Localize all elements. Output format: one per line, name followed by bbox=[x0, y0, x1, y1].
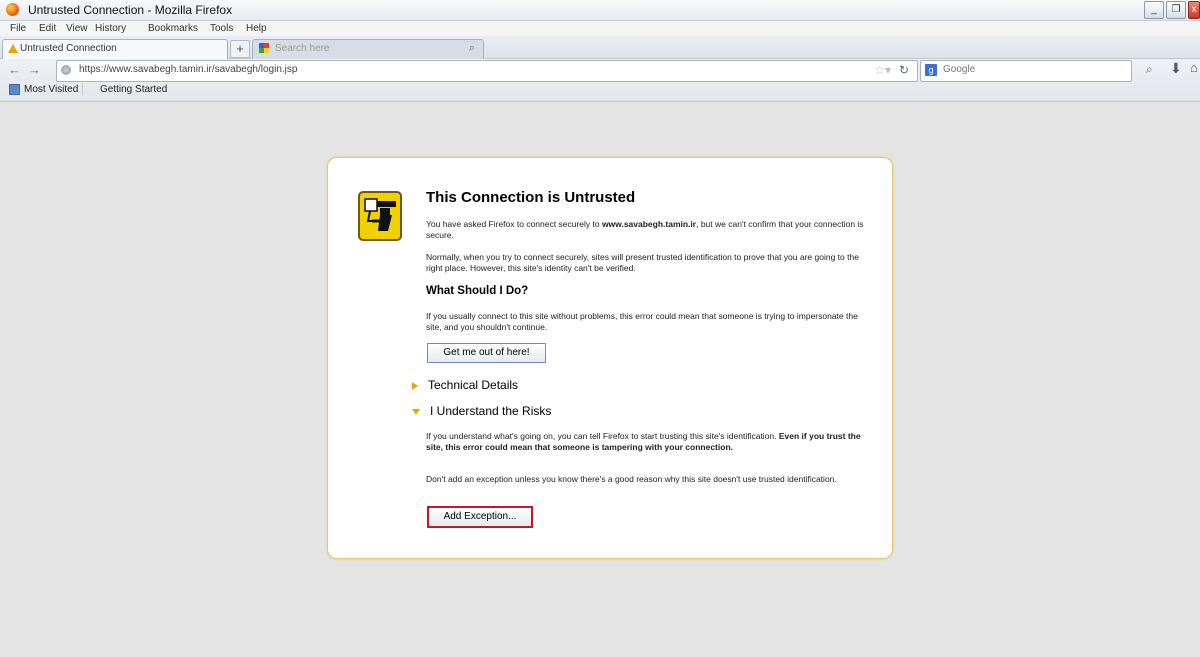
advice-paragraph: If you usually connect to this site with… bbox=[426, 311, 858, 332]
navigation-toolbar: ← → https://www.savabegh.tamin.ir/savabe… bbox=[0, 59, 1200, 102]
tab-search-label: Search here bbox=[275, 43, 330, 54]
menu-edit[interactable]: Edit bbox=[39, 23, 56, 34]
bookmark-separator bbox=[82, 83, 83, 95]
menu-file[interactable]: File bbox=[10, 23, 26, 34]
risks-paragraph: If you understand what's going on, you c… bbox=[426, 431, 866, 453]
exception-advice-paragraph: Don't add an exception unless you know t… bbox=[426, 474, 837, 484]
close-button[interactable]: x bbox=[1188, 1, 1200, 19]
search-icon[interactable]: ⌕ bbox=[469, 40, 475, 57]
expand-right-arrow-icon bbox=[412, 381, 418, 390]
window-titlebar: Untrusted Connection - Mozilla Firefox _… bbox=[0, 0, 1200, 21]
maximize-button[interactable]: ❐ bbox=[1166, 1, 1186, 19]
menu-help[interactable]: Help bbox=[246, 23, 267, 34]
host-name: www.savabegh.tamin.ir bbox=[601, 219, 697, 229]
expand-down-arrow-icon bbox=[412, 408, 420, 415]
forward-arrow-icon[interactable]: → bbox=[28, 62, 41, 77]
intro-paragraph: You have asked Firefox to connect secure… bbox=[426, 219, 866, 241]
google-logo-icon bbox=[259, 43, 269, 53]
search-magnifier-icon[interactable]: ⌕ bbox=[1146, 62, 1153, 77]
search-bar[interactable]: g Google bbox=[920, 60, 1132, 82]
url-bar[interactable]: https://www.savabegh.tamin.ir/savabegh/l… bbox=[56, 60, 918, 82]
add-exception-button[interactable]: Add Exception... bbox=[427, 506, 533, 528]
intro-prefix: You have asked Firefox to connect secure… bbox=[426, 219, 602, 229]
tab-label: Untrusted Connection bbox=[20, 43, 117, 54]
tab-search[interactable]: Search here ⌕ bbox=[252, 39, 484, 59]
menu-bar: File Edit View History Bookmarks Tools H… bbox=[0, 21, 1200, 36]
window-title: Untrusted Connection - Mozilla Firefox bbox=[28, 3, 233, 17]
download-arrow-icon[interactable]: ⬇ bbox=[1170, 60, 1182, 77]
what-should-heading: What Should I Do? bbox=[426, 285, 529, 297]
get-me-out-button[interactable]: Get me out of here! bbox=[427, 343, 546, 363]
risks-prefix: If you understand what's going on, you c… bbox=[426, 431, 779, 441]
window-controls: _ ❐ x bbox=[1142, 1, 1200, 19]
most-visited-icon bbox=[9, 84, 20, 95]
menu-bookmarks[interactable]: Bookmarks bbox=[148, 23, 198, 34]
menu-view[interactable]: View bbox=[66, 23, 88, 34]
tab-strip: Untrusted Connection + Search here ⌕ bbox=[0, 36, 1200, 59]
reload-icon[interactable]: ↻ bbox=[899, 63, 909, 77]
new-tab-button[interactable]: + bbox=[230, 40, 250, 58]
bookmark-star-icon[interactable]: ☆▾ bbox=[874, 63, 891, 77]
menu-tools[interactable]: Tools bbox=[210, 23, 233, 34]
firefox-logo-icon bbox=[6, 3, 19, 16]
search-engine-label: Google bbox=[943, 64, 976, 75]
warning-icon bbox=[8, 44, 18, 53]
bookmark-getting-started[interactable]: Getting Started bbox=[100, 84, 167, 95]
google-engine-icon[interactable]: g bbox=[925, 64, 937, 76]
home-icon[interactable]: ⌂ bbox=[1190, 60, 1198, 75]
page-content: This Connection is Untrusted You have as… bbox=[0, 102, 1200, 657]
technical-details-expander[interactable]: Technical Details bbox=[412, 378, 518, 392]
url-text[interactable]: https://www.savabegh.tamin.ir/savabegh/l… bbox=[79, 64, 297, 75]
bookmarks-toolbar: Most Visited Getting Started bbox=[0, 81, 1200, 99]
error-page-box: This Connection is Untrusted You have as… bbox=[327, 157, 893, 559]
error-title: This Connection is Untrusted bbox=[426, 189, 636, 206]
understand-risks-label: I Understand the Risks bbox=[430, 404, 552, 418]
explanation-paragraph: Normally, when you try to connect secure… bbox=[426, 252, 859, 273]
technical-details-label: Technical Details bbox=[428, 378, 519, 392]
minimize-button[interactable]: _ bbox=[1144, 1, 1164, 19]
site-identity-icon[interactable] bbox=[61, 65, 71, 75]
understand-risks-expander[interactable]: I Understand the Risks bbox=[412, 404, 551, 418]
back-arrow-icon[interactable]: ← bbox=[8, 62, 21, 77]
bookmark-most-visited[interactable]: Most Visited bbox=[24, 84, 78, 95]
tab-untrusted-connection[interactable]: Untrusted Connection bbox=[2, 39, 228, 59]
menu-history[interactable]: History bbox=[95, 23, 126, 34]
police-officer-warning-icon bbox=[358, 191, 402, 241]
